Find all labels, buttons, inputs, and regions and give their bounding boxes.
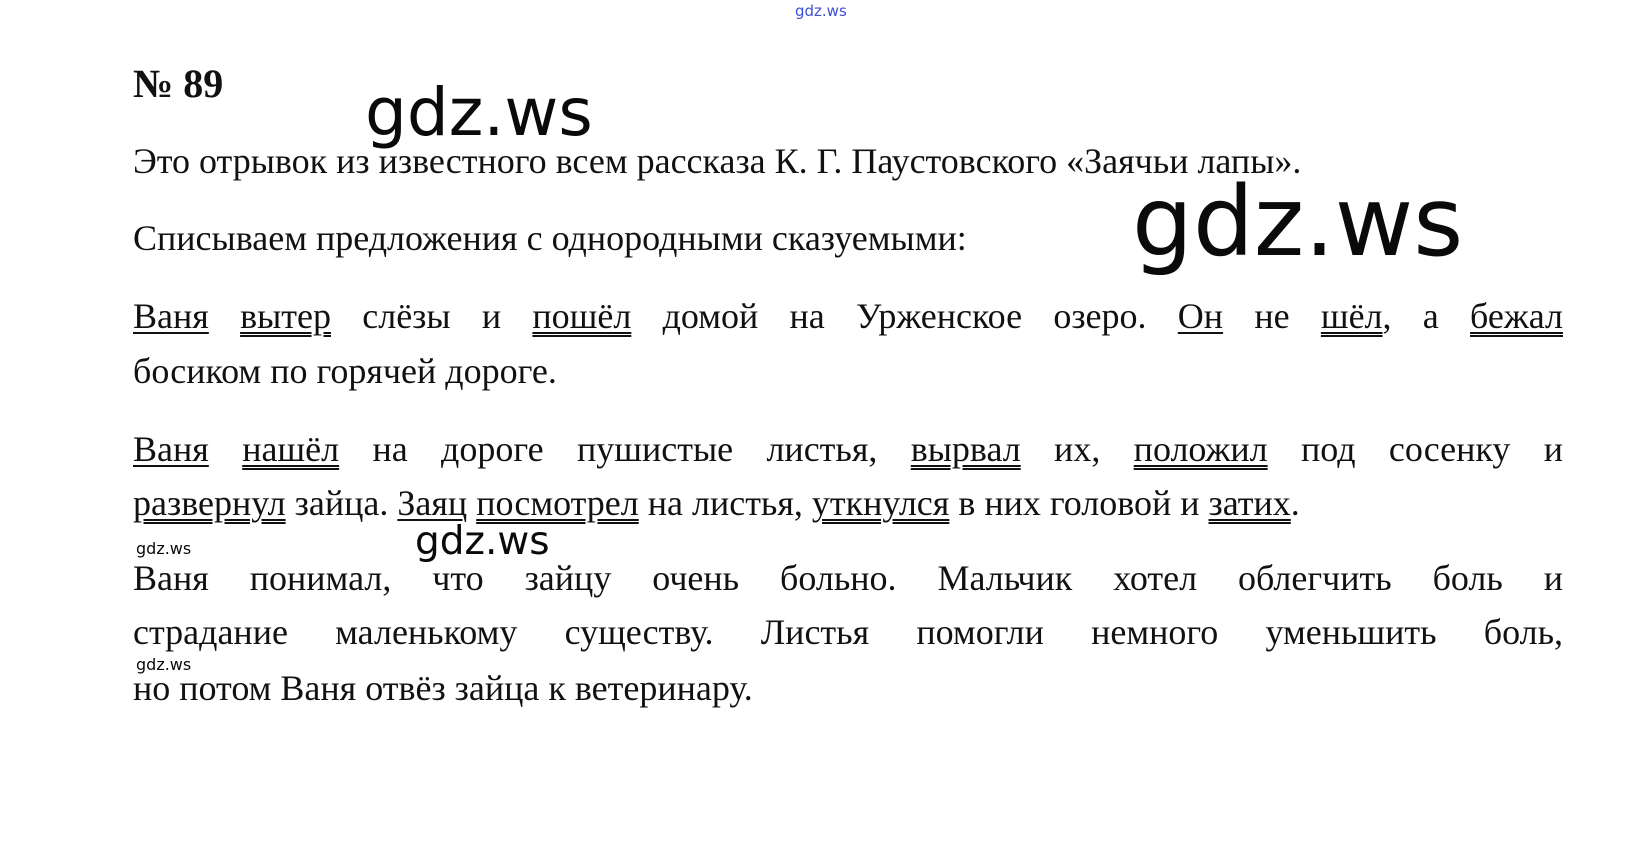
predicate-word: шёл [1320,296,1383,336]
predicate-word: посмотрел [476,483,639,523]
watermark-large-1: gdz.ws [365,74,593,151]
subject-word: Заяц [397,483,468,523]
sentence-1-line-a: Ваня вытер слёзы и пошёл домой на Урженс… [133,296,1563,336]
subject-word: Ваня [133,296,209,336]
predicate-word: пошёл [532,296,632,336]
watermark-large-2: gdz.ws [1132,166,1464,278]
subject-word: Ваня [133,429,209,469]
predicate-word: положил [1133,429,1268,469]
predicate-word: затих [1208,483,1291,523]
watermark-small-1: gdz.ws [136,539,192,558]
conclusion-line-c: но потом Ваня отвёз зайца к ветеринару. [133,668,753,708]
watermark-top: gdz.ws [795,2,847,20]
watermark-medium: gdz.ws [415,519,550,564]
predicate-word: уткнулся [811,483,950,523]
sentence-2-line-a: Ваня нашёл на дороге пушистые листья, вы… [133,429,1564,469]
predicate-word: нашёл [242,429,340,469]
predicate-word: вырвал [910,429,1021,469]
sentence-2-line-b: развернул зайца. Заяц посмотрел на листь… [133,483,1300,523]
intro-text: Это отрывок из известного всем рассказа … [133,141,1302,181]
conclusion-line-b: страдание маленькому существу. Листья по… [133,612,1563,652]
predicate-word: вытер [240,296,331,336]
predicate-word: развернул [133,483,286,523]
instruction-text: Списываем предложения с однородными сказ… [133,218,967,258]
predicate-word: бежал [1470,296,1563,336]
task-number: № 89 [133,61,224,106]
conclusion-line-a: Ваня понимал, что зайцу очень больно. Ма… [133,558,1563,598]
sentence-1-line-b: босиком по горячей дороге. [133,351,557,391]
subject-word: Он [1177,296,1224,336]
